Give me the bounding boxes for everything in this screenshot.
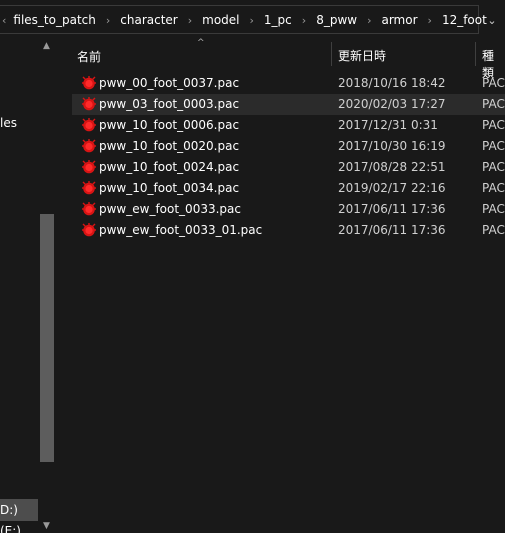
file-name: pww_10_foot_0034.pac: [99, 181, 240, 195]
file-date: 2019/02/17 22:16: [338, 181, 446, 195]
pac-file-icon: [82, 181, 96, 195]
file-date: 2017/06/11 17:36: [338, 223, 446, 237]
scroll-up-arrow-icon[interactable]: ▲: [43, 41, 50, 51]
file-type: PAC: [482, 97, 505, 111]
file-date: 2017/10/30 16:19: [338, 139, 446, 153]
pac-file-icon: [82, 118, 96, 132]
column-date-header[interactable]: 更新日時: [338, 47, 386, 64]
pac-file-icon: [82, 160, 96, 174]
file-type: PAC: [482, 139, 505, 153]
address-box[interactable]: ‹ files_to_patch › character › model › 1…: [0, 5, 487, 34]
navigation-pane: les D:) (E:) ▲ ▼: [0, 38, 57, 533]
file-name: pww_10_foot_0006.pac: [99, 118, 240, 132]
file-type: PAC: [482, 76, 505, 90]
file-name: pww_ew_foot_0033.pac: [99, 202, 241, 216]
breadcrumb-item-8-pww[interactable]: 8_pww: [313, 13, 360, 27]
nav-item-drive-e[interactable]: (E:): [0, 524, 21, 533]
file-row[interactable]: pww_10_foot_0034.pac 2019/02/17 22:16 PA…: [57, 178, 505, 199]
file-name: pww_10_foot_0020.pac: [99, 139, 240, 153]
file-name: pww_00_foot_0037.pac: [99, 76, 240, 90]
file-row[interactable]: pww_ew_foot_0033.pac 2017/06/11 17:36 PA…: [57, 199, 505, 220]
nav-scrollbar-thumb[interactable]: [40, 214, 54, 462]
file-row[interactable]: pww_00_foot_0037.pac 2018/10/16 18:42 PA…: [57, 73, 505, 94]
file-row[interactable]: pww_10_foot_0006.pac 2017/12/31 0:31 PAC: [57, 115, 505, 136]
breadcrumb-chevron-icon[interactable]: ›: [99, 14, 117, 27]
column-name-header[interactable]: 名前: [77, 48, 101, 65]
file-row[interactable]: pww_03_foot_0003.pac 2020/02/03 17:27 PA…: [57, 94, 505, 115]
breadcrumb-chevron-icon[interactable]: ›: [243, 14, 261, 27]
nav-item-drive-d[interactable]: D:): [0, 499, 38, 521]
breadcrumb-item-files-to-patch[interactable]: files_to_patch: [10, 13, 98, 27]
file-date: 2017/08/28 22:51: [338, 160, 446, 174]
file-name: pww_ew_foot_0033_01.pac: [99, 223, 263, 237]
pac-file-icon: [82, 223, 96, 237]
scroll-down-arrow-icon[interactable]: ▼: [43, 521, 50, 531]
pac-file-icon: [82, 139, 96, 153]
file-type: PAC: [482, 118, 505, 132]
file-date: 2017/06/11 17:36: [338, 202, 446, 216]
breadcrumb-chevron-icon[interactable]: ›: [421, 14, 439, 27]
file-type: PAC: [482, 181, 505, 195]
file-name: pww_03_foot_0003.pac: [99, 97, 240, 111]
pac-file-icon: [82, 202, 96, 216]
sort-ascending-icon: ^: [197, 38, 205, 48]
breadcrumb-item-1-pc[interactable]: 1_pc: [261, 13, 295, 27]
nav-item-partial[interactable]: les: [0, 116, 17, 130]
file-date: 2018/10/16 18:42: [338, 76, 446, 90]
file-date: 2020/02/03 17:27: [338, 97, 446, 111]
breadcrumb-chevron-icon[interactable]: ›: [295, 14, 313, 27]
address-dropdown-icon[interactable]: ⌄: [483, 11, 501, 29]
column-header: ^ 名前 更新日時 種類: [57, 38, 505, 80]
breadcrumb-chevron-icon[interactable]: ›: [181, 14, 199, 27]
breadcrumb-overflow-icon[interactable]: ‹: [0, 14, 10, 27]
column-divider[interactable]: [475, 42, 476, 66]
address-bar: ‹ files_to_patch › character › model › 1…: [0, 0, 505, 38]
file-type: PAC: [482, 223, 505, 237]
file-list: pww_00_foot_0037.pac 2018/10/16 18:42 PA…: [57, 73, 505, 241]
file-name: pww_10_foot_0024.pac: [99, 160, 240, 174]
file-row[interactable]: pww_10_foot_0020.pac 2017/10/30 16:19 PA…: [57, 136, 505, 157]
file-type: PAC: [482, 160, 505, 174]
breadcrumb-chevron-icon[interactable]: ›: [360, 14, 378, 27]
file-row[interactable]: pww_ew_foot_0033_01.pac 2017/06/11 17:36…: [57, 220, 505, 241]
breadcrumb-item-model[interactable]: model: [199, 13, 242, 27]
file-row[interactable]: pww_10_foot_0024.pac 2017/08/28 22:51 PA…: [57, 157, 505, 178]
pac-file-icon: [82, 97, 96, 111]
pac-file-icon: [82, 76, 96, 90]
breadcrumb-item-character[interactable]: character: [117, 13, 180, 27]
column-divider[interactable]: [331, 42, 332, 66]
breadcrumb-item-armor[interactable]: armor: [378, 13, 420, 27]
breadcrumb: ‹ files_to_patch › character › model › 1…: [0, 6, 490, 34]
file-type: PAC: [482, 202, 505, 216]
file-date: 2017/12/31 0:31: [338, 118, 438, 132]
